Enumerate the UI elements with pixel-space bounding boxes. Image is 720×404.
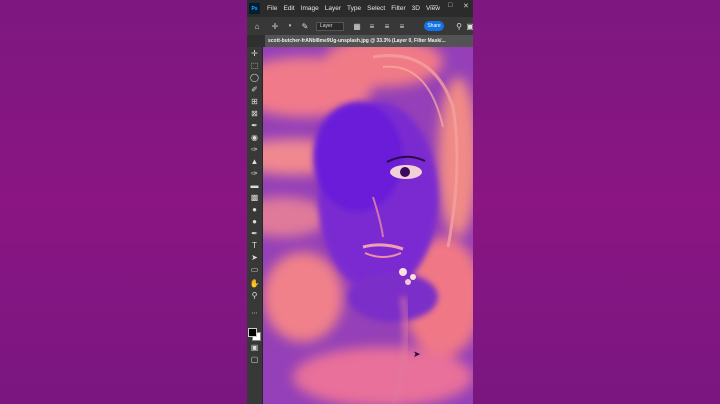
foreground-color-swatch[interactable] — [248, 328, 257, 337]
align-center-icon[interactable]: ≡ — [382, 21, 392, 31]
document-tab[interactable]: scott-butcher-frANbl8me9Ug-unsplash.jpg … — [265, 35, 473, 47]
photoshop-logo: Ps — [249, 3, 260, 14]
frame-tool-icon[interactable]: ⊠ — [249, 109, 260, 119]
more-tools-icon[interactable]: ⋯ — [249, 309, 260, 319]
move-icon[interactable]: ✛ — [270, 21, 280, 31]
chevron-down-icon[interactable]: ▾ — [285, 21, 295, 31]
search-icon[interactable]: ⚲ — [454, 21, 464, 31]
brush-tool-icon[interactable]: ✑ — [249, 145, 260, 155]
transform-controls-icon[interactable]: ▦ — [352, 21, 362, 31]
history-brush-tool-icon[interactable]: ✑ — [249, 169, 260, 179]
cursor-icon: ➤ — [413, 349, 421, 359]
home-icon[interactable]: ⌂ — [252, 21, 262, 31]
blur-tool-icon[interactable]: ● — [249, 205, 260, 215]
align-left-icon[interactable]: ≡ — [367, 21, 377, 31]
dodge-tool-icon[interactable]: ● — [249, 217, 260, 227]
menu-select[interactable]: Select — [364, 5, 388, 12]
shape-tool-icon[interactable]: ▭ — [249, 265, 260, 275]
menu-bar: Ps File Edit Image Layer Type Select Fil… — [247, 0, 473, 17]
tab-bar: scott-butcher-frANbl8me9Ug-unsplash.jpg … — [247, 35, 473, 47]
close-icon[interactable]: ✕ — [463, 2, 469, 10]
menu-filter[interactable]: Filter — [388, 5, 408, 12]
move-tool-icon[interactable]: ✛ — [249, 49, 260, 59]
zoom-tool-icon[interactable]: ⚲ — [249, 291, 260, 301]
workspace-icon[interactable]: ▣ — [465, 21, 473, 31]
image-canvas[interactable]: ➤ — [263, 47, 473, 404]
menu-edit[interactable]: Edit — [280, 5, 297, 12]
menu-layer[interactable]: Layer — [322, 5, 344, 12]
hand-tool-icon[interactable]: ✋ — [249, 279, 260, 289]
align-right-icon[interactable]: ≡ — [397, 21, 407, 31]
quick-mask-icon[interactable]: ▣ — [249, 343, 260, 353]
eyedropper-tool-icon[interactable]: ✒ — [249, 121, 260, 131]
background-right — [473, 0, 720, 404]
quick-select-tool-icon[interactable]: ✐ — [249, 85, 260, 95]
healing-brush-tool-icon[interactable]: ◉ — [249, 133, 260, 143]
eraser-tool-icon[interactable]: ▬ — [249, 181, 260, 191]
tools-panel: ✛ ⬚ ◯ ✐ ⊞ ⊠ ✒ ◉ ✑ ▲ ✑ ▬ ▩ ● ● ✒ T ➤ ▭ ✋ … — [247, 47, 263, 404]
crop-tool-icon[interactable]: ⊞ — [249, 97, 260, 107]
minimize-icon[interactable]: — — [431, 2, 438, 9]
background-left — [0, 0, 247, 404]
share-button[interactable]: Share — [424, 21, 444, 31]
type-tool-icon[interactable]: T — [249, 241, 260, 251]
auto-select-icon[interactable]: ✎ — [300, 21, 310, 31]
layer-select[interactable]: Layer — [316, 21, 344, 31]
maximize-icon[interactable]: □ — [448, 2, 452, 9]
menu-file[interactable]: File — [264, 5, 280, 12]
options-bar: ⌂ ✛ ▾ ✎ Layer ▦ ≡ ≡ ≡ Share ⚲ ▣ — [247, 17, 473, 36]
path-select-tool-icon[interactable]: ➤ — [249, 253, 260, 263]
lasso-tool-icon[interactable]: ◯ — [249, 73, 260, 83]
inverted-portrait-image — [263, 47, 473, 404]
photoshop-window: Ps File Edit Image Layer Type Select Fil… — [247, 0, 473, 404]
menu-3d[interactable]: 3D — [409, 5, 423, 12]
pen-tool-icon[interactable]: ✒ — [249, 229, 260, 239]
clone-stamp-tool-icon[interactable]: ▲ — [249, 157, 260, 167]
marquee-tool-icon[interactable]: ⬚ — [249, 61, 260, 71]
gradient-tool-icon[interactable]: ▩ — [249, 193, 260, 203]
menu-image[interactable]: Image — [298, 5, 322, 12]
screen-mode-icon[interactable]: ▢ — [249, 355, 260, 365]
menu-type[interactable]: Type — [344, 5, 364, 12]
